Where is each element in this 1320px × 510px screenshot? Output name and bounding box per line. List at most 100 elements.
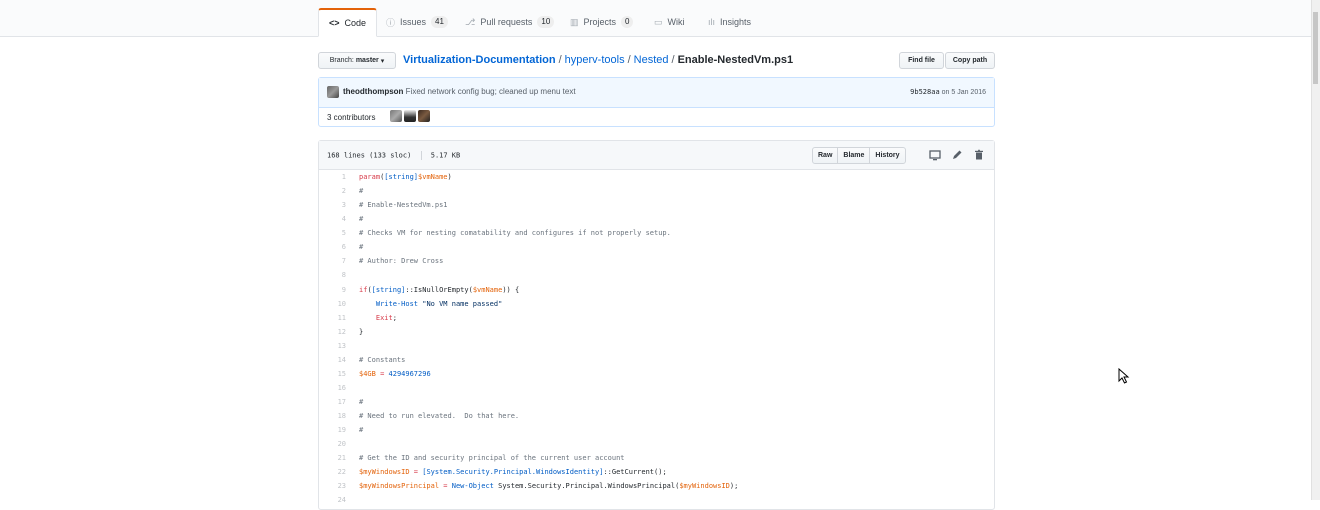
line-content: # Author: Drew Cross — [359, 254, 443, 268]
commit-author-link[interactable]: theodthompson — [343, 87, 403, 96]
code-line: 23 $myWindowsPrincipal = New-Object Syste… — [319, 479, 994, 493]
history-button[interactable]: History — [869, 147, 906, 164]
line-content: Write-Host "No VM name passed" — [359, 297, 502, 311]
line-number[interactable]: 10 — [319, 297, 346, 311]
line-number[interactable]: 12 — [319, 325, 346, 339]
contributor-avatar[interactable] — [390, 110, 402, 122]
breadcrumb-separator: / — [558, 54, 562, 66]
code-token: # — [359, 215, 364, 224]
desktop-icon[interactable] — [928, 148, 942, 162]
branch-label: Branch: — [329, 57, 354, 64]
code-line: 6 # — [319, 240, 994, 254]
pencil-icon[interactable] — [950, 148, 964, 162]
raw-button[interactable]: Raw — [812, 147, 839, 164]
code-line: 4 # — [319, 212, 994, 226]
mouse-cursor-icon — [1118, 368, 1130, 384]
code-token: ; — [392, 313, 397, 322]
line-number[interactable]: 4 — [319, 212, 346, 226]
line-number[interactable]: 20 — [319, 437, 346, 451]
code-token: # Author: Drew Cross — [359, 257, 444, 266]
issues-count-badge: 41 — [431, 16, 448, 28]
commit-date: on 5 Jan 2016 — [941, 89, 986, 96]
code-line: 14 # Constants — [319, 353, 994, 367]
contributor-avatar[interactable] — [404, 110, 416, 122]
line-content: # — [359, 423, 363, 437]
code-line: 18 # Need to run elevated. Do that here. — [319, 409, 994, 423]
line-number[interactable]: 23 — [319, 479, 346, 493]
code-token: )) { — [502, 285, 520, 294]
copy-path-button[interactable]: Copy path — [945, 52, 995, 69]
tab-code[interactable]: <> Code — [318, 8, 378, 37]
line-number[interactable]: 13 — [319, 339, 346, 353]
author-avatar[interactable] — [327, 86, 339, 98]
line-number[interactable]: 21 — [319, 451, 346, 465]
line-number[interactable]: 11 — [319, 311, 346, 325]
code-token: $myWindowsPrincipal — [359, 482, 440, 491]
code-token: New-Object — [451, 482, 494, 491]
line-number[interactable]: 16 — [319, 381, 346, 395]
tab-pull-requests[interactable]: ⎇ Pull requests 10 — [455, 8, 564, 36]
line-number[interactable]: 6 — [319, 240, 346, 254]
commit-summary: theodthompson Fixed network config bug; … — [343, 87, 576, 96]
commit-meta: 9b528aa on 5 Jan 2016 — [910, 88, 986, 96]
contributor-avatar[interactable] — [418, 110, 430, 122]
blame-button[interactable]: Blame — [837, 147, 871, 164]
code-line: 8 — [319, 268, 994, 282]
file-size: 5.17 KB — [430, 151, 461, 160]
code-line: 13 — [319, 339, 994, 353]
book-icon: ▭ — [654, 16, 663, 27]
tab-insights[interactable]: ılı Insights — [698, 8, 761, 36]
line-number[interactable]: 1 — [319, 170, 346, 184]
graph-icon: ılı — [708, 17, 716, 27]
line-number[interactable]: 22 — [319, 465, 346, 479]
line-number[interactable]: 2 — [319, 184, 346, 198]
code-token: param — [359, 173, 381, 181]
contributors-count[interactable]: 3 contributors — [327, 113, 375, 122]
commit-sha-link[interactable]: 9b528aa — [910, 88, 940, 96]
line-content: # Checks VM for nesting comatability and… — [359, 226, 671, 240]
scrollbar-thumb[interactable] — [1313, 12, 1318, 84]
line-number[interactable]: 15 — [319, 367, 346, 381]
line-number[interactable]: 14 — [319, 353, 346, 367]
code-token: # Need to run elevated. Do that here. — [359, 412, 520, 421]
code-token: # Get the ID and security principal of t… — [359, 454, 625, 463]
line-content: # Enable-NestedVm.ps1 — [359, 198, 448, 212]
line-number[interactable]: 24 — [319, 493, 346, 507]
code-token: ::IsNullOrEmpty( — [405, 285, 473, 294]
commit-message-link[interactable]: Fixed network config bug; cleaned up men… — [406, 87, 576, 96]
line-number[interactable]: 8 — [319, 268, 346, 282]
trash-icon[interactable] — [972, 148, 986, 162]
line-content: # — [359, 395, 363, 409]
line-number[interactable]: 9 — [319, 283, 346, 297]
line-content: if([string]::IsNullOrEmpty($vmName)) { — [359, 283, 519, 297]
tab-issues[interactable]: ⓘ Issues 41 — [376, 8, 458, 36]
line-content: $myWindowsPrincipal = New-Object System.… — [359, 479, 738, 493]
window-scrollbar[interactable] — [1311, 0, 1320, 500]
code-line: 9 if([string]::IsNullOrEmpty($vmName)) { — [319, 283, 994, 297]
line-number[interactable]: 19 — [319, 423, 346, 437]
breadcrumb-repo-link[interactable]: Virtualization-Documentation — [403, 54, 556, 66]
code-token: System.Security.Principal.WindowsPrincip… — [493, 482, 680, 491]
line-content: param([string]$vmName) — [359, 170, 452, 184]
breadcrumb-folder-link[interactable]: hyperv-tools — [565, 54, 625, 66]
line-number[interactable]: 17 — [319, 395, 346, 409]
line-number[interactable]: 18 — [319, 409, 346, 423]
line-content: # Constants — [359, 353, 405, 367]
code-token: # Enable-NestedVm.ps1 — [359, 201, 448, 210]
code-token: "No VM name passed" — [422, 299, 503, 308]
line-number[interactable]: 3 — [319, 198, 346, 212]
line-number[interactable]: 7 — [319, 254, 346, 268]
tab-label: Projects — [583, 17, 617, 27]
branch-select-button[interactable]: Branch: master ▾ — [318, 52, 396, 69]
tab-projects[interactable]: ▥ Projects 0 — [560, 8, 643, 36]
find-file-button[interactable]: Find file — [899, 52, 944, 69]
line-content: # Get the ID and security principal of t… — [359, 451, 625, 465]
line-number[interactable]: 5 — [319, 226, 346, 240]
code-line: 20 — [319, 437, 994, 451]
tab-wiki[interactable]: ▭ Wiki — [644, 8, 695, 36]
breadcrumb-folder-link[interactable]: Nested — [634, 54, 669, 66]
breadcrumb-separator: / — [627, 54, 631, 66]
code-token: # — [359, 187, 364, 196]
